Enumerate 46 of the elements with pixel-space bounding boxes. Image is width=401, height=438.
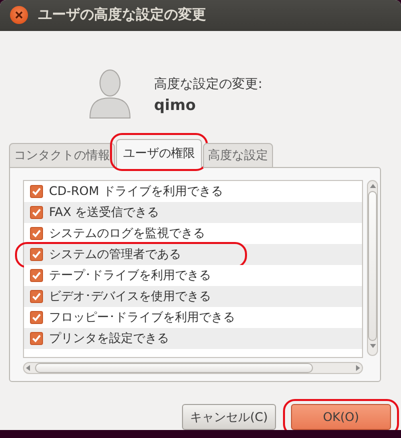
cancel-button[interactable]: キャンセル(C) [182,404,276,430]
tab[interactable]: 高度な設定 [203,143,273,168]
close-button[interactable] [10,6,28,24]
checkmark-icon [32,334,41,344]
privilege-label: FAX を送受信できる [49,204,160,222]
horizontal-scrollbar[interactable] [23,362,363,374]
tab[interactable]: ユーザの権限 [116,139,202,168]
vertical-scrollbar[interactable] [367,180,378,356]
checkbox[interactable] [30,311,43,324]
checkbox[interactable] [30,332,43,346]
close-icon [15,11,23,20]
tab[interactable]: コンタクトの情報 [9,143,115,168]
checkbox[interactable] [30,185,43,198]
privilege-label: プリンタを設定できる [49,330,169,348]
privilege-row[interactable]: ビデオ･デバイスを使用できる [24,286,362,308]
dialog-heading: 高度な設定の変更: [154,76,262,93]
privilege-label: ビデオ･デバイスを使用できる [49,288,211,306]
checkmark-icon [32,271,41,280]
checkbox[interactable] [30,290,43,304]
privilege-row[interactable]: システムの管理者である [24,244,362,266]
ok-button[interactable]: OK(O) [291,404,391,430]
checkbox[interactable] [30,248,43,262]
checkmark-icon [32,292,41,302]
privilege-row[interactable]: テープ･ドライブを利用できる [24,265,362,286]
privilege-label: フロッピー･ドライブを利用できる [49,309,235,326]
checkbox[interactable] [30,269,43,282]
checkbox[interactable] [30,227,43,240]
window-title: ユーザの高度な設定の変更 [38,6,206,24]
left-arrow-icon[interactable] [26,365,30,372]
right-arrow-icon[interactable] [356,365,360,372]
checkmark-icon [32,250,41,260]
user-silhouette-icon [88,68,132,120]
privilege-label: システムの管理者である [49,246,181,264]
checkbox[interactable] [30,206,43,220]
checkmark-icon [32,187,41,196]
checkmark-icon [32,208,41,218]
privilege-label: システムのログを監視できる [49,225,205,242]
down-arrow-icon[interactable] [370,344,376,348]
checkmark-icon [32,313,41,322]
privilege-row[interactable]: プリンタを設定できる [24,328,362,350]
privilege-row[interactable]: FAX を送受信できる [24,202,362,224]
up-arrow-icon[interactable] [370,184,376,188]
privilege-label: CD-ROM ドライブを利用できる [49,183,223,200]
privilege-label: テープ･ドライブを利用できる [49,267,211,284]
user-name: qimo [154,96,197,114]
checkmark-icon [32,229,41,238]
